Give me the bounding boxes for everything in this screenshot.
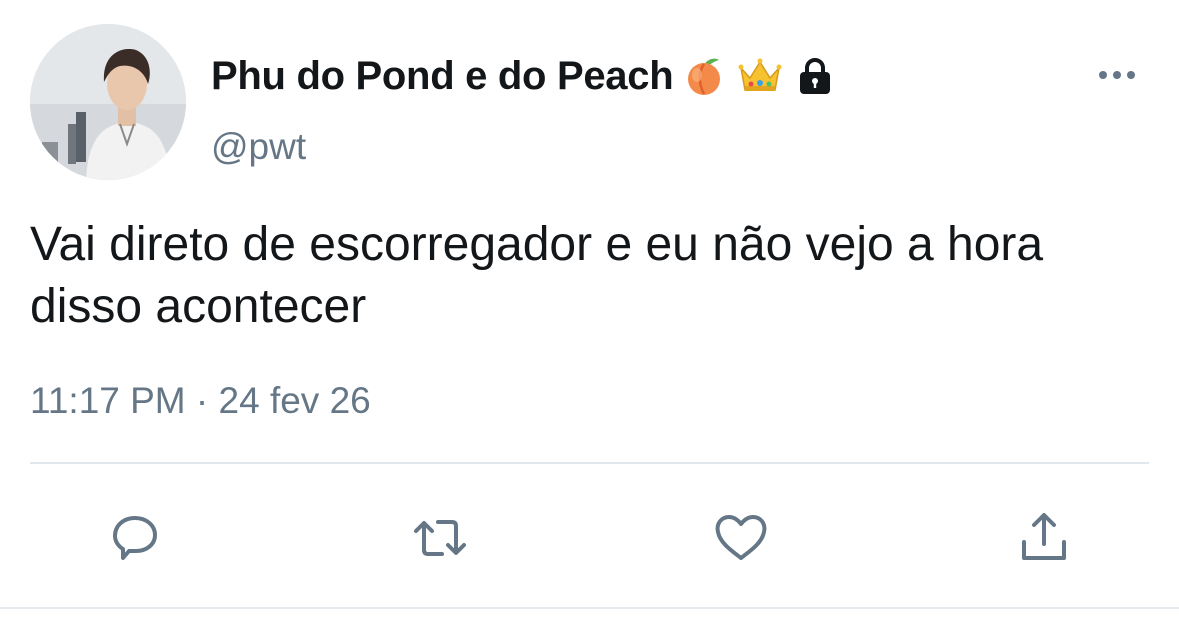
display-name[interactable]: Phu do Pond e do Peach xyxy=(211,50,847,102)
share-button[interactable] xyxy=(1014,508,1074,568)
tweet-time: 11:17 PM xyxy=(30,380,186,421)
like-icon xyxy=(715,515,767,560)
more-options-icon xyxy=(1099,71,1135,79)
bottom-divider xyxy=(0,607,1179,609)
tweet-text: Vai direto de escorregador e eu não vejo… xyxy=(30,218,1044,333)
tweet-date: 24 fev 26 xyxy=(218,380,371,421)
divider xyxy=(30,462,1149,464)
display-name-text[interactable]: Phu do Pond e do Peach xyxy=(211,54,674,99)
retweet-icon xyxy=(414,520,466,556)
reply-icon xyxy=(113,516,157,560)
like-button[interactable] xyxy=(711,508,771,568)
avatar[interactable] xyxy=(30,24,186,180)
lock-icon xyxy=(795,56,835,96)
timestamp-separator: · xyxy=(195,380,209,421)
retweet-button[interactable] xyxy=(410,508,470,568)
user-handle[interactable]: @pwt xyxy=(211,126,306,168)
profile-photo-icon xyxy=(30,24,186,180)
share-icon xyxy=(1022,513,1066,560)
peach-emoji-icon xyxy=(683,55,725,97)
tweet-timestamp[interactable]: 11:17 PM · 24 fev 26 xyxy=(30,380,371,422)
reply-button[interactable] xyxy=(105,508,165,568)
crown-emoji-icon xyxy=(737,56,783,96)
more-options-button[interactable] xyxy=(1092,60,1142,90)
